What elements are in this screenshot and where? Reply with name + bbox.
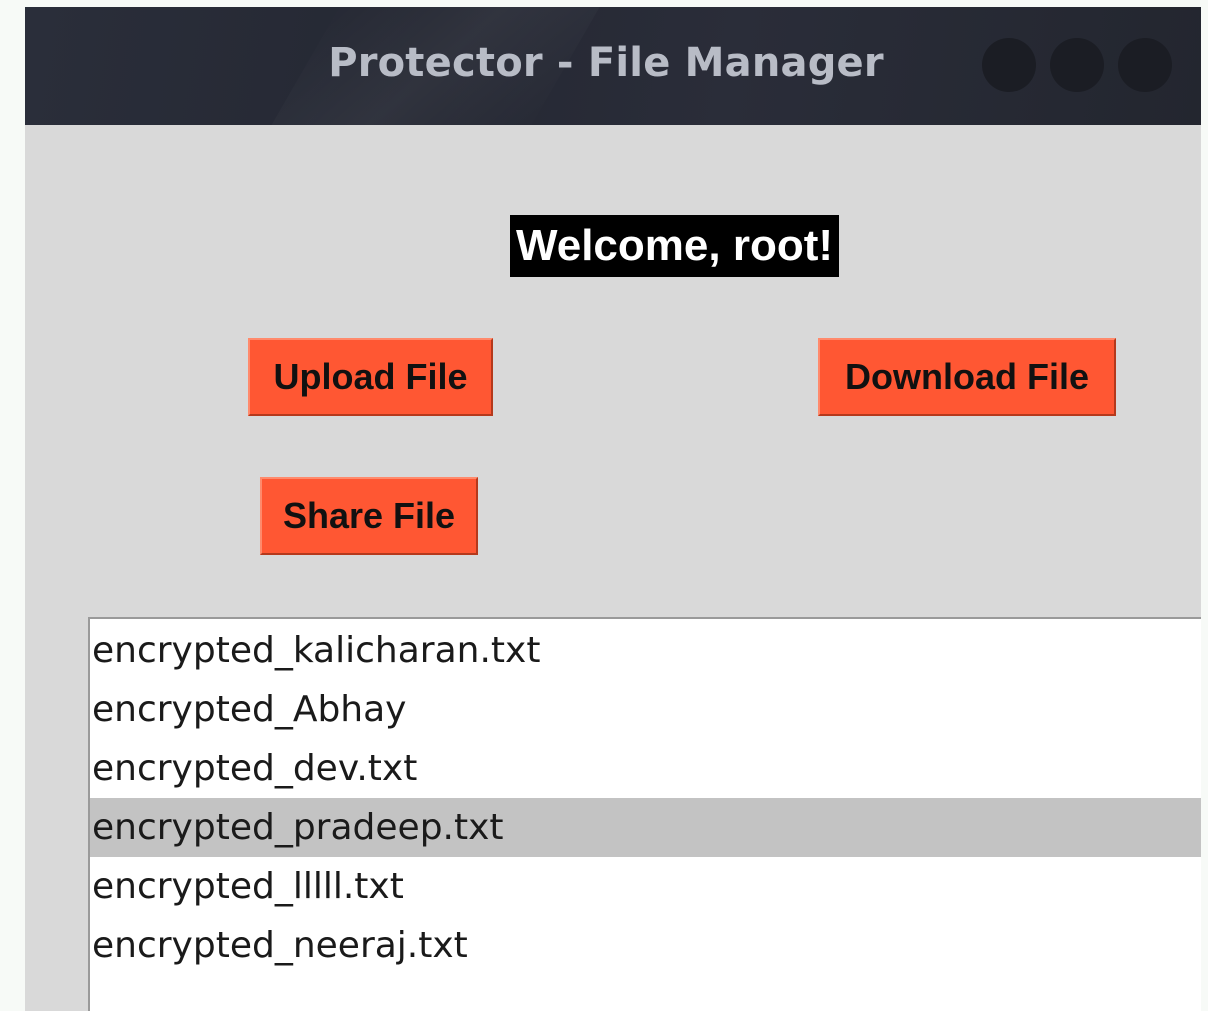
- minimize-button[interactable]: [982, 38, 1036, 92]
- file-list-item-selected[interactable]: encrypted_pradeep.txt: [90, 798, 1201, 857]
- file-list-item[interactable]: encrypted_lllll.txt: [90, 857, 1201, 916]
- file-list-item[interactable]: encrypted_dev.txt: [90, 739, 1201, 798]
- file-list-item[interactable]: encrypted_Abhay: [90, 680, 1201, 739]
- file-listbox[interactable]: encrypted_kalicharan.txt encrypted_Abhay…: [88, 617, 1201, 1011]
- close-button[interactable]: [1118, 38, 1172, 92]
- title-bar[interactable]: Protector - File Manager: [25, 7, 1201, 125]
- download-file-button[interactable]: Download File: [818, 338, 1116, 416]
- file-list-item[interactable]: encrypted_neeraj.txt: [90, 916, 1201, 975]
- welcome-label: Welcome, root!: [510, 215, 840, 277]
- file-list-item[interactable]: encrypted_kalicharan.txt: [90, 621, 1201, 680]
- app-window: Protector - File Manager Welcome, root! …: [25, 7, 1201, 1011]
- share-file-button[interactable]: Share File: [260, 477, 478, 555]
- maximize-button[interactable]: [1050, 38, 1104, 92]
- upload-file-button[interactable]: Upload File: [248, 338, 493, 416]
- window-title-label: Protector - File Manager: [328, 40, 884, 86]
